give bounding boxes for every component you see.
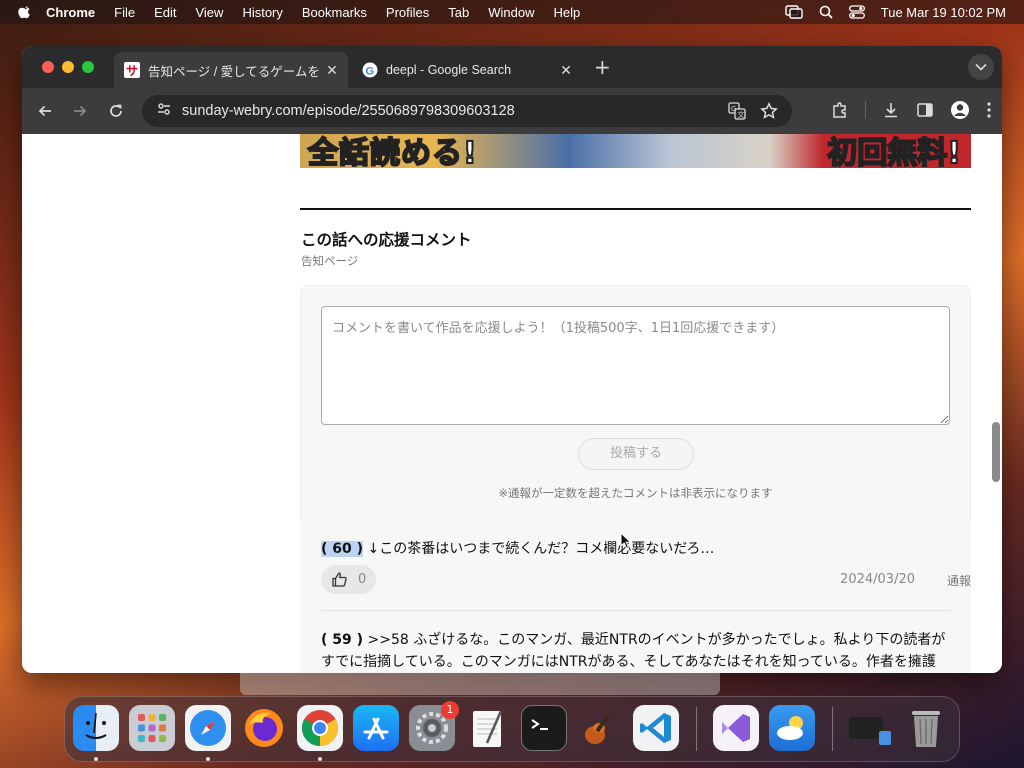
dock-separator [696,707,697,751]
browser-toolbar: sunday-webry.com/episode/255068979830960… [22,88,1002,134]
apple-icon[interactable] [18,5,32,19]
comment-text: >>58 ふざけるな。このマンガ、最近NTRのイベントが多かったでしょ。私より下… [321,632,946,670]
finder-icon[interactable] [73,705,119,751]
reload-icon[interactable] [105,100,127,122]
svg-text:G: G [731,105,736,113]
comment-text: ↓この茶番はいつまで続くんだ？コメ欄必要ないだろ… [363,541,715,557]
svg-text:文: 文 [738,110,745,119]
menu-profiles[interactable]: Profiles [386,5,429,20]
more-menu-icon[interactable] [986,101,992,119]
page-scrollbar-thumb[interactable] [992,422,1000,482]
menu-window[interactable]: Window [488,5,534,20]
menu-edit[interactable]: Edit [154,5,176,20]
fullscreen-window-button[interactable] [82,61,94,73]
page-content: 全話読める! 初回無料! この話への応援コメント 告知ページ 投稿する ※通報が… [22,134,1002,673]
trash-icon[interactable] [903,705,949,751]
back-arrow-icon[interactable] [34,100,56,122]
tab-title: deepl - Google Search [386,63,512,77]
menu-app-name[interactable]: Chrome [46,5,95,20]
terminal-icon[interactable] [521,705,567,751]
side-panel-icon[interactable] [916,101,934,119]
address-bar[interactable]: sunday-webry.com/episode/255068979830960… [142,95,792,127]
menu-bookmarks[interactable]: Bookmarks [302,5,367,20]
extensions-puzzle-icon[interactable] [831,101,849,119]
comment-textarea[interactable] [321,306,950,425]
recent-screenshot-icon[interactable] [847,705,893,751]
dock: 1 [64,696,960,762]
like-count: 0 [358,572,367,587]
control-center-icon[interactable] [848,5,865,19]
close-window-button[interactable] [42,61,54,73]
running-indicator [206,757,210,761]
tab-strip: サ 告知ページ / 愛してるゲームを ✕ G deepl - Google Se… [22,46,1002,88]
window-shadow-shelf [240,673,720,695]
comments-section-title: この話への応援コメント [301,231,472,249]
dock-separator [832,707,833,751]
minimize-window-button[interactable] [62,61,74,73]
comment-item: ( 60 ) ↓この茶番はいつまで続くんだ？コメ欄必要ないだろ… [321,538,951,560]
report-notice: ※通報が一定数を超えたコメントは非表示になります [498,486,773,500]
comment-number: ( 59 ) [321,632,364,648]
url-text[interactable]: sunday-webry.com/episode/255068979830960… [182,103,728,119]
menu-file[interactable]: File [114,5,135,20]
translate-icon[interactable]: G文 [728,102,746,120]
svg-text:G: G [366,65,375,77]
section-divider [300,208,971,210]
vscode-icon[interactable] [633,705,679,751]
report-link[interactable]: 通報 [947,572,971,589]
menu-help[interactable]: Help [554,5,581,20]
google-favicon-icon: G [362,62,378,78]
banner-right-text: 初回無料! [826,135,962,168]
weather-icon[interactable] [769,705,815,751]
running-indicator [318,757,322,761]
firefox-icon[interactable] [241,705,287,751]
banner-left-text: 全話読める! [307,135,478,168]
menu-tab[interactable]: Tab [448,5,469,20]
promo-banner[interactable]: 全話読める! 初回無料! [300,134,971,168]
like-button[interactable]: 0 [321,565,376,594]
post-comment-button[interactable]: 投稿する [578,438,694,470]
profile-avatar-icon[interactable] [950,100,970,120]
textedit-icon[interactable] [465,705,511,751]
bookmark-star-icon[interactable] [760,102,778,120]
comments-section-subtitle: 告知ページ [301,254,359,268]
chrome-icon[interactable] [297,705,343,751]
tab-sunday-webry[interactable]: サ 告知ページ / 愛してるゲームを ✕ [114,52,348,88]
comment-form: 投稿する ※通報が一定数を超えたコメントは非表示になります [300,285,971,521]
svg-text:サ: サ [126,64,138,77]
thumbs-up-icon [332,572,347,587]
safari-icon[interactable] [185,705,231,751]
sunday-webry-favicon-icon: サ [124,62,140,78]
menu-view[interactable]: View [195,5,223,20]
comment-list: ( 60 ) ↓この茶番はいつまで続くんだ？コメ欄必要ないだろ… 0 2024/… [300,520,971,673]
tab-close-icon[interactable]: ✕ [324,62,340,78]
toolbar-separator [865,101,866,119]
comment-separator [321,610,951,611]
comment-date: 2024/03/20 [840,572,915,587]
running-indicator [94,757,98,761]
tab-title: 告知ページ / 愛してるゲームを [148,64,320,79]
garageband-icon[interactable] [577,705,623,751]
screen-mirroring-icon[interactable] [785,5,803,19]
visual-studio-icon[interactable] [713,705,759,751]
browser-window: サ 告知ページ / 愛してるゲームを ✕ G deepl - Google Se… [22,46,1002,673]
mouse-cursor-icon [620,532,632,550]
tab-google-search[interactable]: G deepl - Google Search ✕ [352,52,582,88]
app-store-icon[interactable] [353,705,399,751]
tab-search-chevron-icon[interactable] [968,54,994,80]
menubar-clock[interactable]: Tue Mar 19 10:02 PM [881,5,1006,20]
site-info-icon[interactable] [156,101,172,121]
menu-history[interactable]: History [242,5,282,20]
menu-bar: Chrome File Edit View History Bookmarks … [0,0,1024,24]
spotlight-search-icon[interactable] [819,5,833,19]
download-icon[interactable] [882,101,900,119]
launchpad-icon[interactable] [129,705,175,751]
comment-item: ( 59 ) >>58 ふざけるな。このマンガ、最近NTRのイベントが多かったで… [321,629,951,673]
comment-number: ( 60 ) [321,541,364,557]
tab-close-icon[interactable]: ✕ [558,62,574,78]
new-tab-icon[interactable]: + [594,57,611,77]
forward-arrow-icon[interactable] [69,100,91,122]
notification-badge: 1 [441,701,459,719]
